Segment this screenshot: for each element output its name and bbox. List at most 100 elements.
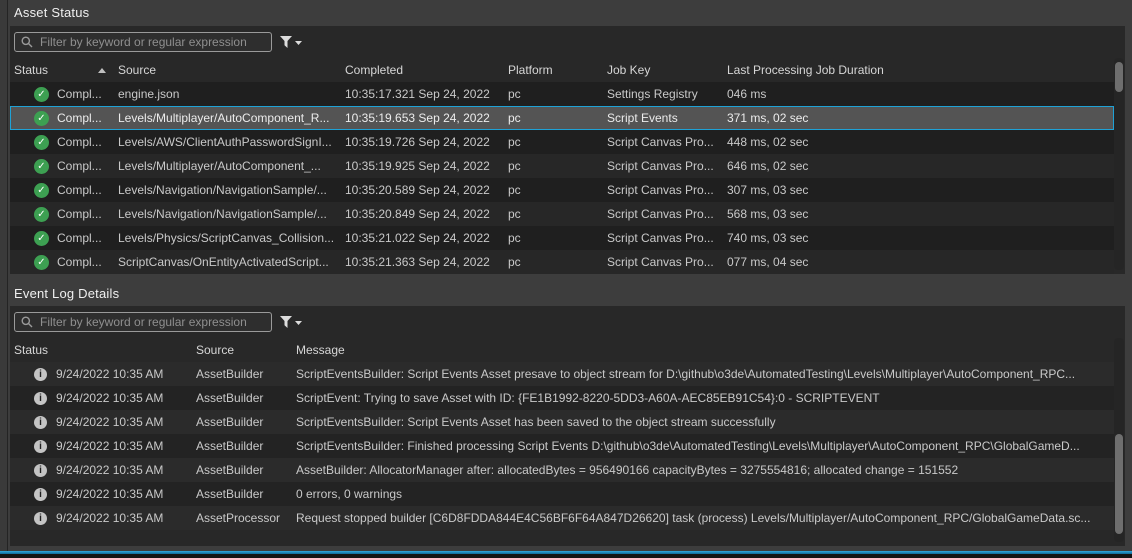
status-completed-icon: ✓ — [34, 183, 49, 198]
column-header-status[interactable]: Status — [10, 338, 192, 362]
column-header-label: Message — [296, 338, 345, 362]
event-log-filter-input[interactable] — [38, 314, 266, 330]
info-icon: i — [34, 488, 47, 501]
duration-cell: 371 ms, 02 sec — [723, 106, 1114, 130]
column-header-label: Last Processing Job Duration — [727, 58, 884, 82]
info-icon: i — [34, 416, 47, 429]
source-cell: AssetBuilder — [192, 362, 292, 386]
duration-cell: 307 ms, 03 sec — [723, 178, 1114, 202]
status-completed-icon: ✓ — [34, 111, 49, 126]
platform-cell: pc — [504, 106, 603, 130]
asset-status-header-row: Status SourceCompletedPlatformJob Key Last… — [10, 58, 1114, 82]
event-log-row[interactable]: i9/24/2022 10:35 AMAssetBuilder0 errors,… — [10, 482, 1114, 506]
event-log-scrollbar[interactable] — [1114, 338, 1124, 542]
status-cell: ✓ Compl... — [10, 178, 114, 202]
duration-cell: 646 ms, 02 sec — [723, 154, 1114, 178]
source-cell: Levels/Navigation/NavigationSample/... — [114, 178, 341, 202]
column-header-source[interactable]: Source — [114, 58, 341, 82]
job-key-cell: Script Canvas Pro... — [603, 178, 723, 202]
status-cell: ✓Compl... — [10, 106, 114, 130]
status-cell: i 9/24/2022 10:35 AM — [10, 410, 192, 434]
asset-status-row[interactable]: ✓Compl...Levels/Navigation/NavigationSam… — [10, 202, 1114, 226]
timestamp-label: 9/24/2022 10:35 AM — [56, 458, 163, 482]
event-log-scrollbar-thumb[interactable] — [1115, 434, 1123, 534]
column-header-label: Job Key — [607, 58, 650, 82]
column-header-platform[interactable]: Platform — [504, 58, 603, 82]
status-cell: ✓Compl... — [10, 202, 114, 226]
duration-cell: 740 ms, 03 sec — [723, 226, 1114, 250]
completed-cell: 10:35:20.849 Sep 24, 2022 — [341, 202, 504, 226]
column-header-label: Status — [14, 58, 48, 82]
status-cell: i9/24/2022 10:35 AM — [10, 362, 192, 386]
completed-cell: 10:35:19.925 Sep 24, 2022 — [341, 154, 504, 178]
status-label: Compl... — [57, 154, 102, 178]
duration-cell: 046 ms — [723, 82, 1114, 106]
column-header-last-processing-job-duration[interactable]: Last Processing Job Duration — [723, 58, 1114, 82]
source-cell: Levels/Multiplayer/AutoComponent_... — [114, 154, 341, 178]
status-cell: i 9/24/2022 10:35 AM — [10, 482, 192, 506]
source-cell: Levels/Physics/ScriptCanvas_Collision... — [114, 226, 341, 250]
status-cell: i 9/24/2022 10:35 AM — [10, 458, 192, 482]
event-log-row[interactable]: i9/24/2022 10:35 AMAssetBuilderScriptEve… — [10, 410, 1114, 434]
event-log-panel-title: Event Log Details — [14, 286, 119, 301]
platform-cell: pc — [504, 178, 603, 202]
asset-status-row[interactable]: ✓ Compl... Levels/Navigation/NavigationSam… — [10, 178, 1114, 202]
asset-status-filter-menu-button[interactable] — [279, 36, 303, 49]
asset-status-row[interactable]: ✓Compl...Levels/AWS/ClientAuthPasswordSi… — [10, 130, 1114, 154]
source-cell: AssetBuilder — [192, 482, 292, 506]
completed-cell: 10:35:21.022 Sep 24, 2022 — [341, 226, 504, 250]
source-cell: ScriptCanvas/OnEntityActivatedScript... — [114, 250, 341, 274]
column-header-status[interactable]: Status — [10, 58, 114, 82]
funnel-icon — [279, 316, 303, 329]
event-log-panel: StatusSourceMessage i9/24/2022 10:35 AMA… — [10, 306, 1125, 546]
asset-status-filter-input[interactable] — [38, 34, 266, 50]
completed-cell: 10:35:20.589 Sep 24, 2022 — [341, 178, 504, 202]
asset-status-row[interactable]: ✓Compl...Levels/Multiplayer/AutoComponen… — [10, 154, 1114, 178]
message-cell: ScriptEventsBuilder: Finished processing… — [292, 434, 1114, 458]
source-cell: Levels/Navigation/NavigationSample/... — [114, 202, 341, 226]
event-log-row[interactable]: i9/24/2022 10:35 AMAssetBuilderScriptEve… — [10, 434, 1114, 458]
status-completed-icon: ✓ — [34, 135, 49, 150]
asset-status-row[interactable]: ✓Compl...ScriptCanvas/OnEntityActivatedS… — [10, 250, 1114, 274]
duration-cell: 448 ms, 02 sec — [723, 130, 1114, 154]
info-icon: i — [34, 464, 47, 477]
event-log-header-row: StatusSourceMessage — [10, 338, 1114, 362]
event-log-filter-menu-button[interactable] — [279, 316, 303, 329]
timestamp-label: 9/24/2022 10:35 AM — [56, 482, 163, 506]
status-cell: ✓Compl... — [10, 130, 114, 154]
column-header-job-key[interactable]: Job Key — [603, 58, 723, 82]
asset-status-row[interactable]: ✓Compl...Levels/Multiplayer/AutoComponen… — [10, 106, 1114, 130]
status-cell: ✓Compl... — [10, 226, 114, 250]
asset-status-scrollbar-thumb[interactable] — [1115, 62, 1123, 92]
asset-status-scrollbar[interactable] — [1114, 58, 1124, 270]
event-log-row[interactable]: i9/24/2022 10:35 AMAssetBuilderScriptEve… — [10, 386, 1114, 410]
job-key-cell: Script Canvas Pro... — [603, 130, 723, 154]
column-header-completed[interactable]: Completed — [341, 58, 504, 82]
status-completed-icon: ✓ — [34, 255, 49, 270]
platform-cell: pc — [504, 130, 603, 154]
job-key-cell: Script Canvas Pro... — [603, 202, 723, 226]
status-label: Compl... — [57, 178, 102, 202]
platform-cell: pc — [504, 82, 603, 106]
completed-cell: 10:35:19.726 Sep 24, 2022 — [341, 130, 504, 154]
status-cell: ✓Compl... — [10, 154, 114, 178]
status-completed-icon: ✓ — [34, 207, 49, 222]
event-log-row[interactable]: i9/24/2022 10:35 AMAssetBuilderScriptEve… — [10, 362, 1114, 386]
column-header-message[interactable]: Message — [292, 338, 1114, 362]
left-dock-edge — [0, 0, 8, 558]
completed-cell: 10:35:21.363 Sep 24, 2022 — [341, 250, 504, 274]
asset-status-row[interactable]: ✓Compl...Levels/Physics/ScriptCanvas_Col… — [10, 226, 1114, 250]
source-cell: AssetProcessor — [192, 506, 292, 530]
asset-status-rows: ✓Compl...engine.json10:35:17.321 Sep 24,… — [10, 82, 1114, 274]
source-cell: AssetBuilder — [192, 434, 292, 458]
event-log-row[interactable]: i9/24/2022 10:35 AMAssetProcessorRequest… — [10, 506, 1114, 530]
timestamp-label: 9/24/2022 10:35 AM — [56, 434, 163, 458]
status-label: Compl... — [57, 82, 102, 106]
platform-cell: pc — [504, 250, 603, 274]
asset-status-row[interactable]: ✓Compl...engine.json10:35:17.321 Sep 24,… — [10, 82, 1114, 106]
source-cell: engine.json — [114, 82, 341, 106]
column-header-source[interactable]: Source — [192, 338, 292, 362]
timestamp-label: 9/24/2022 10:35 AM — [56, 410, 163, 434]
message-cell: Request stopped builder [C6D8FDDA844E4C5… — [292, 506, 1114, 530]
event-log-row[interactable]: i9/24/2022 10:35 AMAssetBuilderAssetBuil… — [10, 458, 1114, 482]
